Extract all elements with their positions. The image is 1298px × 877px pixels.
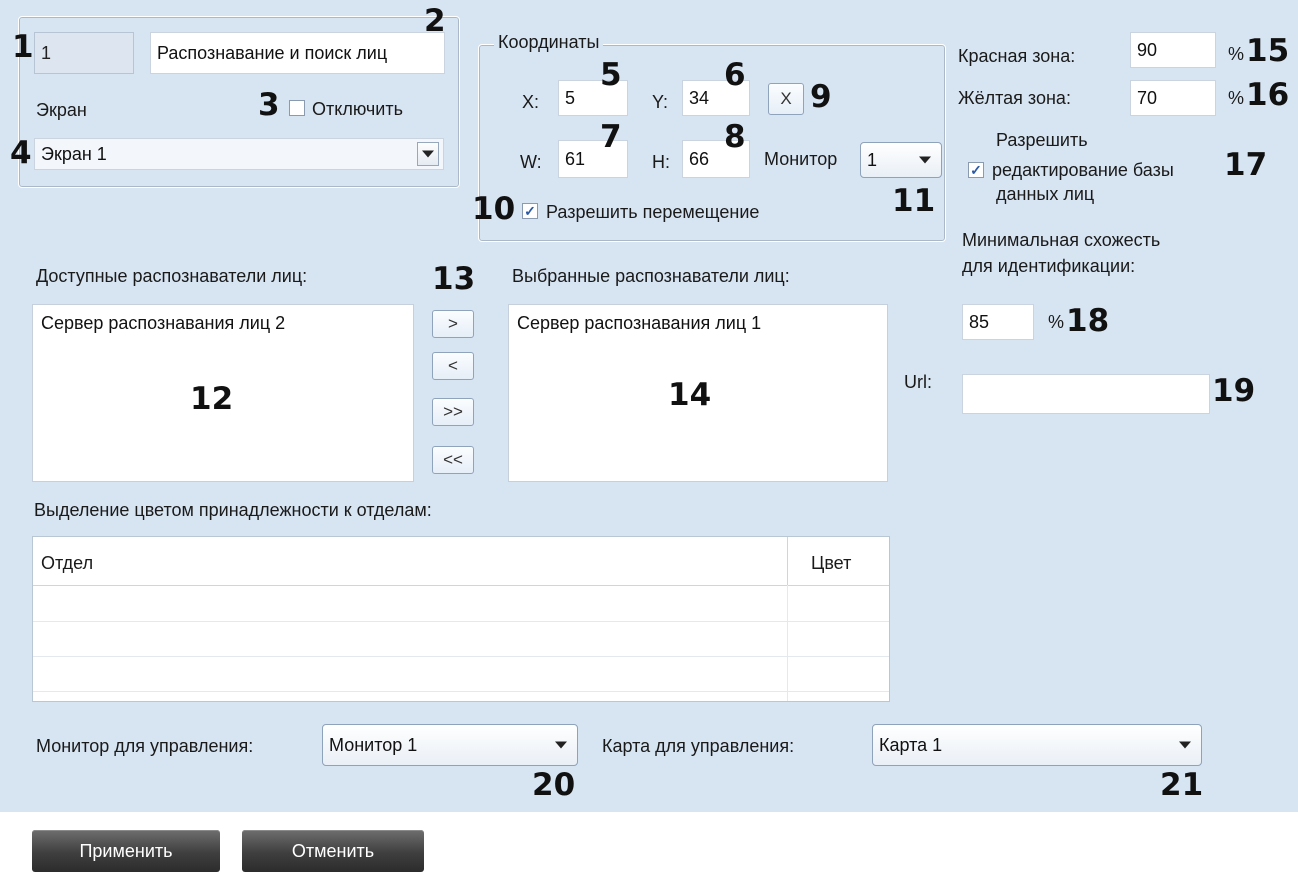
column-header-department[interactable]: Отдел xyxy=(41,553,93,574)
callout-number: 11 xyxy=(892,183,936,219)
url-field[interactable] xyxy=(962,374,1210,414)
edit-db-label-line3: данных лиц xyxy=(996,184,1095,204)
callout-number: 4 xyxy=(10,135,32,171)
available-recognizers-label: Доступные распознаватели лиц: xyxy=(36,266,308,286)
cancel-button[interactable]: Отменить xyxy=(242,830,424,872)
callout-number: 6 xyxy=(724,57,746,93)
add-one-button[interactable]: > xyxy=(432,310,474,338)
callout-number: 9 xyxy=(810,79,832,115)
callout-number: 15 xyxy=(1246,33,1290,69)
red-zone-percent: % xyxy=(1228,44,1245,64)
coordinates-legend: Координаты xyxy=(494,32,604,53)
control-map-select-value: Карта 1 xyxy=(879,734,943,755)
control-monitor-select-value: Монитор 1 xyxy=(329,734,418,755)
screen-label: Экран xyxy=(36,100,87,120)
red-zone-field[interactable]: 90 xyxy=(1130,32,1216,68)
edit-db-label-line2: редактирование базы xyxy=(992,160,1174,180)
remove-all-button[interactable]: << xyxy=(432,446,474,474)
table-header: Отдел Цвет xyxy=(33,537,889,586)
callout-number: 5 xyxy=(600,57,622,93)
table-row[interactable] xyxy=(33,585,889,622)
callout-number: 21 xyxy=(1160,767,1204,803)
url-label: Url: xyxy=(904,372,932,392)
column-header-color[interactable]: Цвет xyxy=(811,553,851,574)
callout-number: 12 xyxy=(190,381,234,417)
yellow-zone-label: Жёлтая зона: xyxy=(958,88,1071,108)
screen-select-value: Экран 1 xyxy=(41,143,107,164)
screen-select[interactable]: Экран 1 xyxy=(34,138,444,170)
x-label: X: xyxy=(522,92,540,112)
similarity-label-line1: Минимальная схожесть xyxy=(962,230,1161,250)
remove-one-button[interactable]: < xyxy=(432,352,474,380)
selected-recognizers-label: Выбранные распознаватели лиц: xyxy=(512,266,790,286)
chevron-down-icon xyxy=(919,156,931,164)
callout-number: 3 xyxy=(258,87,280,123)
callout-number: 19 xyxy=(1212,373,1256,409)
color-column-divider xyxy=(787,585,788,701)
disable-label: Отключить xyxy=(312,99,403,119)
w-label: W: xyxy=(520,152,542,172)
list-item[interactable]: Сервер распознавания лиц 2 xyxy=(41,313,285,334)
list-item[interactable]: Сервер распознавания лиц 1 xyxy=(517,313,761,334)
monitor-select[interactable]: 1 xyxy=(860,142,942,178)
screen-select-dropdown-button[interactable] xyxy=(417,142,439,166)
control-map-label: Карта для управления: xyxy=(602,736,795,756)
departments-label: Выделение цветом принадлежности к отдела… xyxy=(34,500,432,520)
callout-number: 2 xyxy=(424,3,446,39)
control-map-select[interactable]: Карта 1 xyxy=(872,724,1202,766)
h-label: H: xyxy=(652,152,670,172)
yellow-zone-field[interactable]: 70 xyxy=(1130,80,1216,116)
edit-db-label-line1: Разрешить xyxy=(996,130,1088,150)
callout-number: 13 xyxy=(432,261,476,297)
disable-checkbox[interactable] xyxy=(289,100,305,116)
callout-number: 10 xyxy=(472,191,516,227)
yellow-zone-percent: % xyxy=(1228,88,1245,108)
chevron-down-icon xyxy=(555,741,567,749)
callout-number: 1 xyxy=(12,29,34,65)
control-monitor-select[interactable]: Монитор 1 xyxy=(322,724,578,766)
control-monitor-label: Монитор для управления: xyxy=(36,736,254,756)
callout-number: 17 xyxy=(1224,147,1268,183)
departments-table[interactable]: Отдел Цвет xyxy=(32,536,890,702)
callout-number: 18 xyxy=(1066,303,1110,339)
callout-number: 7 xyxy=(600,119,622,155)
table-row[interactable] xyxy=(33,622,889,657)
apply-button[interactable]: Применить xyxy=(32,830,220,872)
edit-db-checkbox[interactable]: ✓ xyxy=(968,162,984,178)
callout-number: 8 xyxy=(724,119,746,155)
monitor-label: Монитор xyxy=(764,149,838,169)
monitor-select-value: 1 xyxy=(867,149,878,170)
callout-number: 14 xyxy=(668,377,712,413)
chevron-down-icon xyxy=(422,150,434,158)
footer-bar: Применить Отменить xyxy=(0,812,1298,877)
allow-move-checkbox[interactable]: ✓ xyxy=(522,203,538,219)
similarity-percent: % xyxy=(1048,312,1065,332)
similarity-field[interactable]: 85 xyxy=(962,304,1034,340)
similarity-label-line2: для идентификации: xyxy=(962,256,1136,276)
callout-number: 20 xyxy=(532,767,576,803)
table-row[interactable] xyxy=(33,657,889,692)
y-label: Y: xyxy=(652,92,669,112)
chevron-down-icon xyxy=(1179,741,1191,749)
allow-move-label: Разрешить перемещение xyxy=(546,202,760,222)
red-zone-label: Красная зона: xyxy=(958,46,1076,66)
callout-number: 16 xyxy=(1246,77,1290,113)
add-all-button[interactable]: >> xyxy=(432,398,474,426)
id-field[interactable]: 1 xyxy=(34,32,134,74)
reset-coords-button[interactable]: X xyxy=(768,83,804,115)
name-field[interactable]: Распознавание и поиск лиц xyxy=(150,32,445,74)
column-divider xyxy=(787,537,788,585)
